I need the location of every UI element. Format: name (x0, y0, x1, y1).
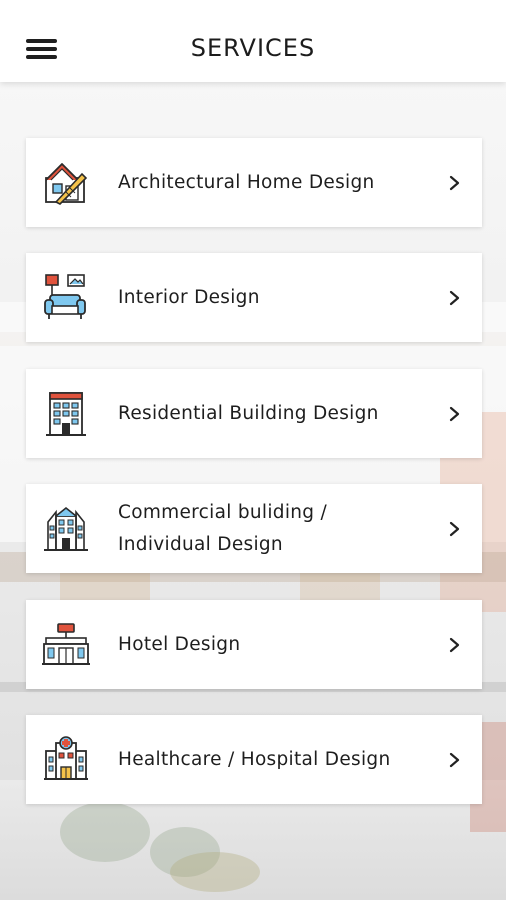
chevron-right-icon (449, 290, 460, 306)
house-blueprint-icon (45, 163, 88, 205)
app-header: SERVICES (0, 0, 506, 82)
chevron-right-icon (449, 637, 460, 653)
service-item-hotel-design[interactable]: Hotel Design (26, 600, 482, 689)
page-title: SERVICES (190, 34, 316, 62)
chevron-right-icon (449, 521, 460, 537)
hospital-icon (44, 736, 88, 780)
service-label: Residential Building Design (118, 402, 379, 424)
service-item-commercial-building-design[interactable]: Commercial buliding / Individual Design (26, 484, 482, 573)
service-item-interior-design[interactable]: Interior Design (26, 253, 482, 342)
services-list: Architectural Home Design Interior Desig… (0, 0, 506, 900)
service-item-healthcare-hospital-design[interactable]: Healthcare / Hospital Design (26, 715, 482, 804)
commercial-building-icon (44, 506, 88, 551)
residential-building-icon (46, 392, 86, 436)
service-label: Architectural Home Design (118, 171, 375, 193)
chevron-right-icon (449, 406, 460, 422)
chevron-right-icon (449, 752, 460, 768)
service-item-architectural-home-design[interactable]: Architectural Home Design (26, 138, 482, 227)
service-item-residential-building-design[interactable]: Residential Building Design (26, 369, 482, 458)
chevron-right-icon (449, 175, 460, 191)
hotel-icon (42, 623, 90, 665)
service-label: Healthcare / Hospital Design (118, 748, 391, 770)
service-label: Interior Design (118, 286, 260, 308)
service-label: Commercial buliding / Individual Design (118, 501, 328, 555)
service-label: Hotel Design (118, 633, 241, 655)
sofa-lamp-frame-icon (44, 274, 86, 319)
